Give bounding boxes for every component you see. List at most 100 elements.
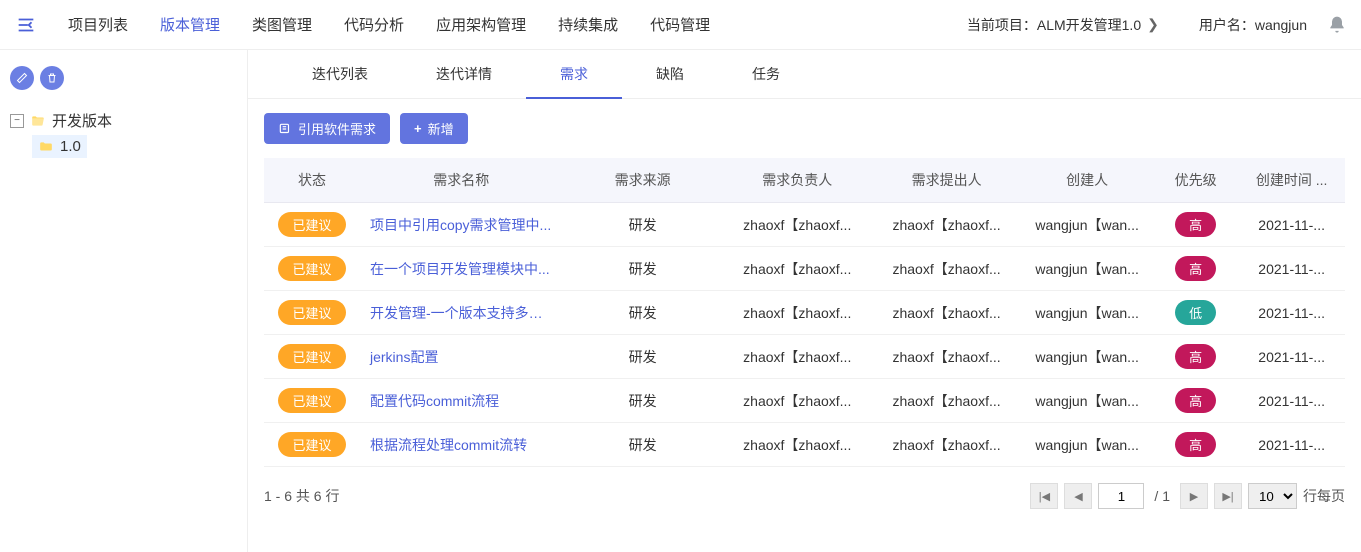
priority-badge: 高	[1175, 212, 1216, 237]
cell-status: 已建议	[264, 423, 360, 467]
nav-item[interactable]: 代码分析	[344, 14, 404, 35]
cell-proposer: zhaoxf【zhaoxf...	[872, 335, 1021, 379]
add-button-label: 新增	[428, 119, 454, 138]
column-header[interactable]: 需求来源	[563, 158, 723, 203]
cell-source: 研发	[563, 335, 723, 379]
sidebar: − 开发版本 1.0	[0, 50, 248, 552]
cell-source: 研发	[563, 203, 723, 247]
table-row: 已建议根据流程处理commit流转研发zhaoxf【zhaoxf...zhaox…	[264, 423, 1345, 467]
cell-name[interactable]: 开发管理-一个版本支持多个...	[360, 291, 563, 335]
column-header[interactable]: 需求名称	[360, 158, 563, 203]
cell-time: 2021-11-...	[1238, 335, 1345, 379]
cell-creator: wangjun【wan...	[1021, 335, 1153, 379]
cell-owner: zhaoxf【zhaoxf...	[723, 379, 872, 423]
pager-size-select[interactable]: 10	[1248, 483, 1297, 509]
cell-priority: 高	[1153, 423, 1238, 467]
cell-status: 已建议	[264, 203, 360, 247]
cell-name[interactable]: jerkins配置	[360, 335, 563, 379]
tree-root[interactable]: − 开发版本	[10, 106, 237, 135]
nav-item[interactable]: 项目列表	[68, 14, 128, 35]
column-header[interactable]: 需求负责人	[723, 158, 872, 203]
status-badge: 已建议	[278, 212, 345, 237]
cell-time: 2021-11-...	[1238, 203, 1345, 247]
tab[interactable]: 任务	[718, 50, 814, 98]
plus-icon: +	[414, 121, 422, 136]
sidebar-actions	[10, 66, 237, 90]
table-row: 已建议配置代码commit流程研发zhaoxf【zhaoxf...zhaoxf【…	[264, 379, 1345, 423]
nav-item[interactable]: 类图管理	[252, 14, 312, 35]
column-header[interactable]: 状态	[264, 158, 360, 203]
cell-status: 已建议	[264, 335, 360, 379]
pager-last-button[interactable]: ▶|	[1214, 483, 1242, 509]
quote-button-label: 引用软件需求	[298, 119, 376, 138]
tab[interactable]: 缺陷	[622, 50, 718, 98]
cell-proposer: zhaoxf【zhaoxf...	[872, 291, 1021, 335]
cell-status: 已建议	[264, 291, 360, 335]
cell-creator: wangjun【wan...	[1021, 203, 1153, 247]
cell-priority: 低	[1153, 291, 1238, 335]
column-header[interactable]: 优先级	[1153, 158, 1238, 203]
nav-item[interactable]: 应用架构管理	[436, 14, 526, 35]
pager-prev-button[interactable]: ◀	[1064, 483, 1092, 509]
column-header[interactable]: 创建人	[1021, 158, 1153, 203]
pager-suffix: 行每页	[1303, 486, 1345, 506]
status-badge: 已建议	[278, 300, 345, 325]
table-row: 已建议jerkins配置研发zhaoxf【zhaoxf...zhaoxf【zha…	[264, 335, 1345, 379]
cell-proposer: zhaoxf【zhaoxf...	[872, 379, 1021, 423]
nav-item[interactable]: 代码管理	[650, 14, 710, 35]
bell-icon[interactable]	[1327, 15, 1347, 35]
cell-name[interactable]: 根据流程处理commit流转	[360, 423, 563, 467]
tree-child-label: 1.0	[60, 138, 81, 155]
status-badge: 已建议	[278, 344, 345, 369]
topbar: 项目列表 版本管理 类图管理 代码分析 应用架构管理 持续集成 代码管理 当前项目：ALM开…	[0, 0, 1361, 50]
pager-controls: |◀ ◀ / 1 ▶ ▶| 10 行每页	[1030, 483, 1345, 509]
add-button[interactable]: + 新增	[400, 113, 468, 144]
table-row: 已建议开发管理-一个版本支持多个...研发zhaoxf【zhaoxf...zha…	[264, 291, 1345, 335]
quote-requirement-button[interactable]: 引用软件需求	[264, 113, 390, 144]
chevron-right-icon[interactable]: ❯	[1147, 16, 1159, 33]
tree: − 开发版本 1.0	[10, 106, 237, 158]
status-badge: 已建议	[278, 432, 345, 457]
cell-name[interactable]: 项目中引用copy需求管理中...	[360, 203, 563, 247]
cell-proposer: zhaoxf【zhaoxf...	[872, 423, 1021, 467]
requirements-table: 状态需求名称需求来源需求负责人需求提出人创建人优先级创建时间 ... 已建议项目…	[264, 158, 1345, 467]
quote-icon	[278, 122, 292, 136]
cell-name[interactable]: 配置代码commit流程	[360, 379, 563, 423]
nav-item[interactable]: 版本管理	[160, 14, 220, 35]
cell-name[interactable]: 在一个项目开发管理模块中...	[360, 247, 563, 291]
cell-owner: zhaoxf【zhaoxf...	[723, 423, 872, 467]
nav-item[interactable]: 持续集成	[558, 14, 618, 35]
column-header[interactable]: 创建时间 ...	[1238, 158, 1345, 203]
cell-owner: zhaoxf【zhaoxf...	[723, 335, 872, 379]
table-header-row: 状态需求名称需求来源需求负责人需求提出人创建人优先级创建时间 ...	[264, 158, 1345, 203]
cell-time: 2021-11-...	[1238, 247, 1345, 291]
main: 迭代列表迭代详情需求缺陷任务 引用软件需求 + 新增 状态需求名称需求来源需求负…	[248, 50, 1361, 552]
menu-toggle-icon[interactable]	[14, 13, 38, 37]
tree-child[interactable]: 1.0	[32, 135, 87, 158]
tab[interactable]: 迭代列表	[278, 50, 402, 98]
cell-time: 2021-11-...	[1238, 379, 1345, 423]
cell-priority: 高	[1153, 247, 1238, 291]
cell-status: 已建议	[264, 379, 360, 423]
cell-owner: zhaoxf【zhaoxf...	[723, 247, 872, 291]
pager-page-input[interactable]	[1098, 483, 1144, 509]
toolbar: 引用软件需求 + 新增	[248, 99, 1361, 158]
table-container: 状态需求名称需求来源需求负责人需求提出人创建人优先级创建时间 ... 已建议项目…	[248, 158, 1361, 467]
pager-first-button[interactable]: |◀	[1030, 483, 1058, 509]
priority-badge: 高	[1175, 256, 1216, 281]
cell-priority: 高	[1153, 379, 1238, 423]
priority-badge: 高	[1175, 344, 1216, 369]
table-row: 已建议项目中引用copy需求管理中...研发zhaoxf【zhaoxf...zh…	[264, 203, 1345, 247]
cell-proposer: zhaoxf【zhaoxf...	[872, 203, 1021, 247]
tab[interactable]: 需求	[526, 50, 622, 98]
column-header[interactable]: 需求提出人	[872, 158, 1021, 203]
tab[interactable]: 迭代详情	[402, 50, 526, 98]
current-project-label[interactable]: 当前项目：ALM开发管理1.0	[967, 15, 1141, 35]
status-badge: 已建议	[278, 388, 345, 413]
delete-button[interactable]	[40, 66, 64, 90]
edit-button[interactable]	[10, 66, 34, 90]
tree-root-label: 开发版本	[52, 110, 112, 131]
cell-creator: wangjun【wan...	[1021, 247, 1153, 291]
collapse-icon[interactable]: −	[10, 114, 24, 128]
pager-next-button[interactable]: ▶	[1180, 483, 1208, 509]
